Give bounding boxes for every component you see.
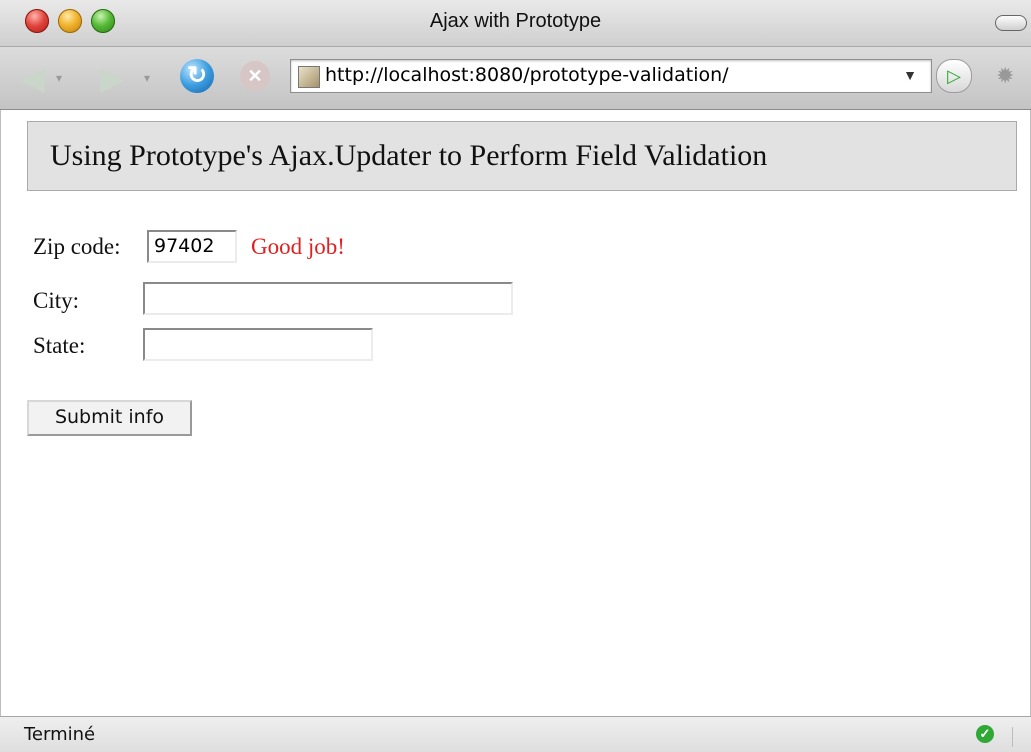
- address-bar[interactable]: http://localhost:8080/prototype-validati…: [290, 59, 932, 93]
- favicon-icon: [298, 66, 320, 88]
- address-input[interactable]: http://localhost:8080/prototype-validati…: [325, 64, 729, 86]
- zip-code-label: Zip code:: [33, 234, 121, 259]
- stop-button[interactable]: ✕: [240, 61, 270, 91]
- toolbar: ◀ ▾ ▶ ▾ ↻ ✕ http://localhost:8080/protot…: [0, 47, 1031, 110]
- status-bar: Terminé ✓: [0, 716, 1031, 752]
- page-title: Using Prototype's Ajax.Updater to Perfor…: [50, 139, 768, 172]
- spinner-icon: ✹: [996, 63, 1015, 88]
- stop-icon: ✕: [247, 66, 263, 86]
- back-arrow-icon: ◀: [20, 60, 45, 96]
- status-text: Terminé: [24, 724, 96, 745]
- go-button[interactable]: ▷: [936, 59, 972, 93]
- submit-info-button[interactable]: Submit info: [27, 400, 192, 436]
- browser-window: Ajax with Prototype ◀ ▾ ▶ ▾ ↻ ✕ http://l…: [0, 0, 1031, 752]
- state-label: State:: [33, 333, 86, 358]
- go-play-icon: ▷: [947, 66, 961, 86]
- window-title: Ajax with Prototype: [429, 10, 602, 32]
- reload-button[interactable]: ↻: [180, 59, 214, 93]
- state-input[interactable]: [143, 328, 373, 361]
- page-content: Using Prototype's Ajax.Updater to Perfor…: [0, 110, 1031, 716]
- toolbar-toggle-button[interactable]: [995, 15, 1027, 31]
- page-header: Using Prototype's Ajax.Updater to Perfor…: [27, 121, 1017, 191]
- city-input[interactable]: [143, 282, 513, 315]
- title-bar: Ajax with Prototype: [0, 0, 1031, 47]
- resize-handle[interactable]: [1012, 727, 1029, 747]
- city-label: City:: [33, 288, 80, 313]
- check-circle-icon: ✓: [976, 725, 994, 743]
- chevron-down-icon: ▾: [144, 71, 151, 85]
- chevron-down-icon: ▾: [56, 71, 63, 85]
- reload-icon: ↻: [186, 62, 208, 89]
- forward-arrow-icon: ▶: [100, 60, 125, 96]
- history-dropdown-icon[interactable]: ▼: [903, 67, 917, 83]
- zip-validation-message: Good job!: [251, 234, 345, 259]
- zip-code-input[interactable]: 97402: [147, 230, 237, 263]
